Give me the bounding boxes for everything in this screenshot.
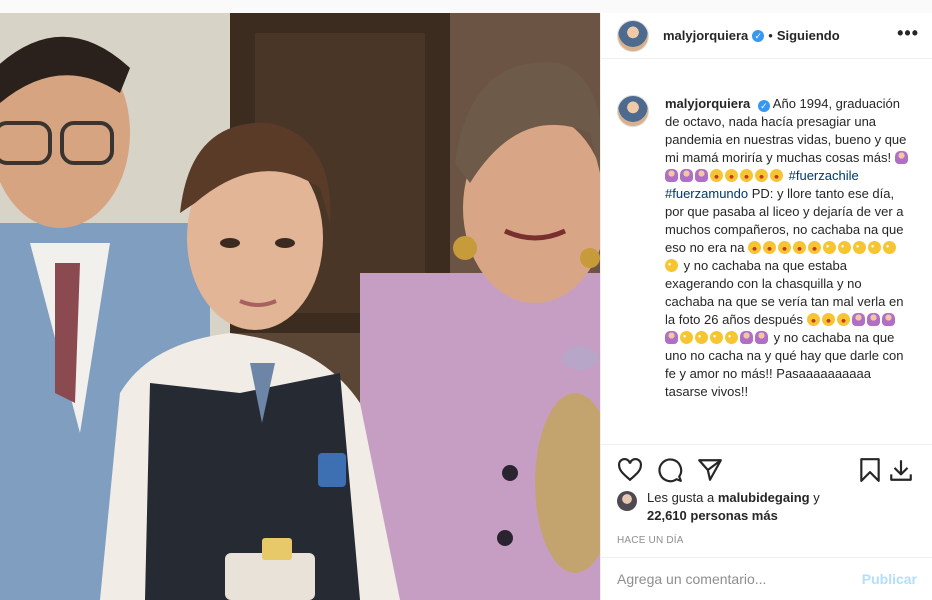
post-card: malyjorquiera ✓ • Siguiendo ••• malyjorq… <box>0 13 932 600</box>
bookmark-icon[interactable] <box>857 457 883 483</box>
rolling-laughing-emoji-icon <box>770 169 783 182</box>
woman-facepalming-emoji-icon <box>680 169 693 182</box>
zany-face-emoji-icon <box>823 241 837 254</box>
rolling-laughing-emoji-icon <box>793 241 807 254</box>
more-options-icon[interactable]: ••• <box>897 23 919 44</box>
rolling-laughing-emoji-icon <box>808 241 822 254</box>
woman-facepalming-emoji-icon <box>665 169 678 182</box>
publish-button[interactable]: Publicar <box>862 571 917 587</box>
rolling-laughing-emoji-icon <box>778 241 792 254</box>
verified-badge-icon: ✓ <box>757 100 770 112</box>
liker-username[interactable]: malubidegaing <box>718 490 810 505</box>
rolling-laughing-emoji-icon <box>710 169 723 182</box>
woman-facepalming-emoji-icon <box>894 151 908 164</box>
share-icon[interactable] <box>697 457 723 483</box>
zany-face-emoji-icon <box>838 241 852 254</box>
following-button[interactable]: Siguiendo <box>777 28 840 43</box>
comment-form: Publicar <box>601 557 932 600</box>
zany-face-emoji-icon <box>853 241 867 254</box>
hashtag-link[interactable]: #fuerzamundo <box>665 186 748 201</box>
liker-avatar[interactable] <box>617 491 637 511</box>
rolling-laughing-emoji-icon <box>821 313 835 326</box>
likes-summary: Les gusta a malubidegaing y 22,610 perso… <box>617 489 820 525</box>
woman-facepalming-emoji-icon <box>851 313 865 326</box>
likes-text: Les gusta a malubidegaing y 22,610 perso… <box>647 489 820 525</box>
author-username[interactable]: malyjorquiera <box>663 28 748 43</box>
comment-input[interactable] <box>617 571 862 587</box>
rolling-laughing-emoji-icon <box>725 169 738 182</box>
caption-avatar[interactable] <box>617 95 649 127</box>
rolling-laughing-emoji-icon <box>755 169 768 182</box>
caption-text: malyjorquiera ✓ Año 1994, graduación de … <box>665 83 911 401</box>
author-avatar[interactable] <box>617 19 649 52</box>
caption-scroll-area[interactable]: malyjorquiera ✓ Año 1994, graduación de … <box>601 83 932 431</box>
zany-face-emoji-icon <box>883 241 897 254</box>
hashtag-link[interactable]: #fuerzachile <box>789 168 859 183</box>
caption-username[interactable]: malyjorquiera <box>665 96 750 111</box>
post-sidebar: malyjorquiera ✓ • Siguiendo ••• malyjorq… <box>600 13 932 600</box>
post-photo[interactable] <box>0 13 600 600</box>
zany-face-emoji-icon <box>665 259 678 272</box>
zany-face-emoji-icon <box>695 331 708 344</box>
likes-conj: y <box>813 490 820 505</box>
download-icon[interactable] <box>888 457 914 483</box>
post-timestamp[interactable]: Hace un día <box>617 535 684 546</box>
separator-dot: • <box>768 28 773 43</box>
heart-icon[interactable] <box>617 457 643 483</box>
verified-badge-icon: ✓ <box>752 29 765 42</box>
rolling-laughing-emoji-icon <box>748 241 762 254</box>
woman-facepalming-emoji-icon <box>740 331 753 344</box>
family-photo-illustration <box>0 13 600 600</box>
caption-row: malyjorquiera ✓ Año 1994, graduación de … <box>617 83 917 401</box>
zany-face-emoji-icon <box>725 331 738 344</box>
zany-face-emoji-icon <box>868 241 882 254</box>
action-bar <box>601 444 932 490</box>
zany-face-emoji-icon <box>710 331 723 344</box>
woman-facepalming-emoji-icon <box>866 313 880 326</box>
post-header: malyjorquiera ✓ • Siguiendo ••• <box>601 13 932 59</box>
zany-face-emoji-icon <box>680 331 693 344</box>
woman-facepalming-emoji-icon <box>755 331 768 344</box>
rolling-laughing-emoji-icon <box>836 313 850 326</box>
woman-facepalming-emoji-icon <box>665 331 678 344</box>
woman-facepalming-emoji-icon <box>881 313 895 326</box>
likes-prefix: Les gusta a <box>647 490 715 505</box>
likes-others-link[interactable]: 22,610 personas más <box>647 508 778 523</box>
rolling-laughing-emoji-icon <box>740 169 753 182</box>
rolling-laughing-emoji-icon <box>763 241 777 254</box>
rolling-laughing-emoji-icon <box>806 313 820 326</box>
woman-facepalming-emoji-icon <box>695 169 708 182</box>
comment-icon[interactable] <box>657 457 683 483</box>
